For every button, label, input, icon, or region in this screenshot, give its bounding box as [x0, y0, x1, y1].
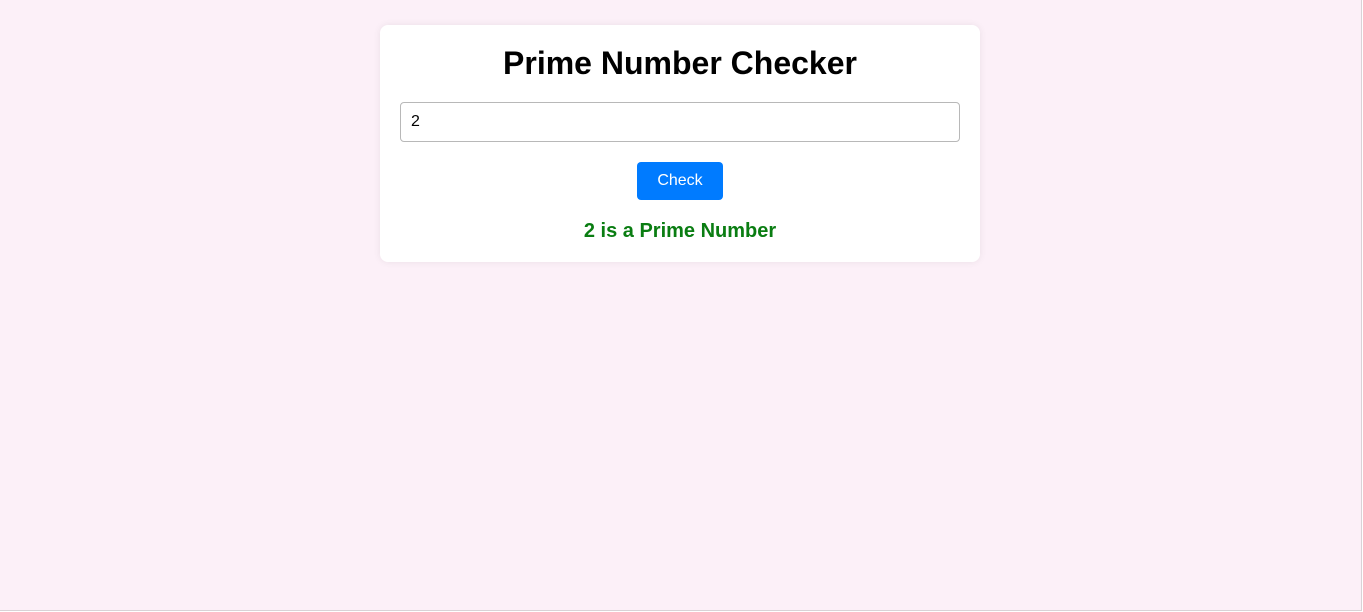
result-message: 2 is a Prime Number [583, 220, 777, 242]
app-background: Prime Number Checker Check 2 is a Prime … [0, 0, 1362, 611]
number-input[interactable] [400, 102, 960, 142]
check-button[interactable]: Check [637, 162, 723, 200]
page-title: Prime Number Checker [503, 45, 857, 81]
prime-checker-card: Prime Number Checker Check 2 is a Prime … [380, 25, 980, 262]
